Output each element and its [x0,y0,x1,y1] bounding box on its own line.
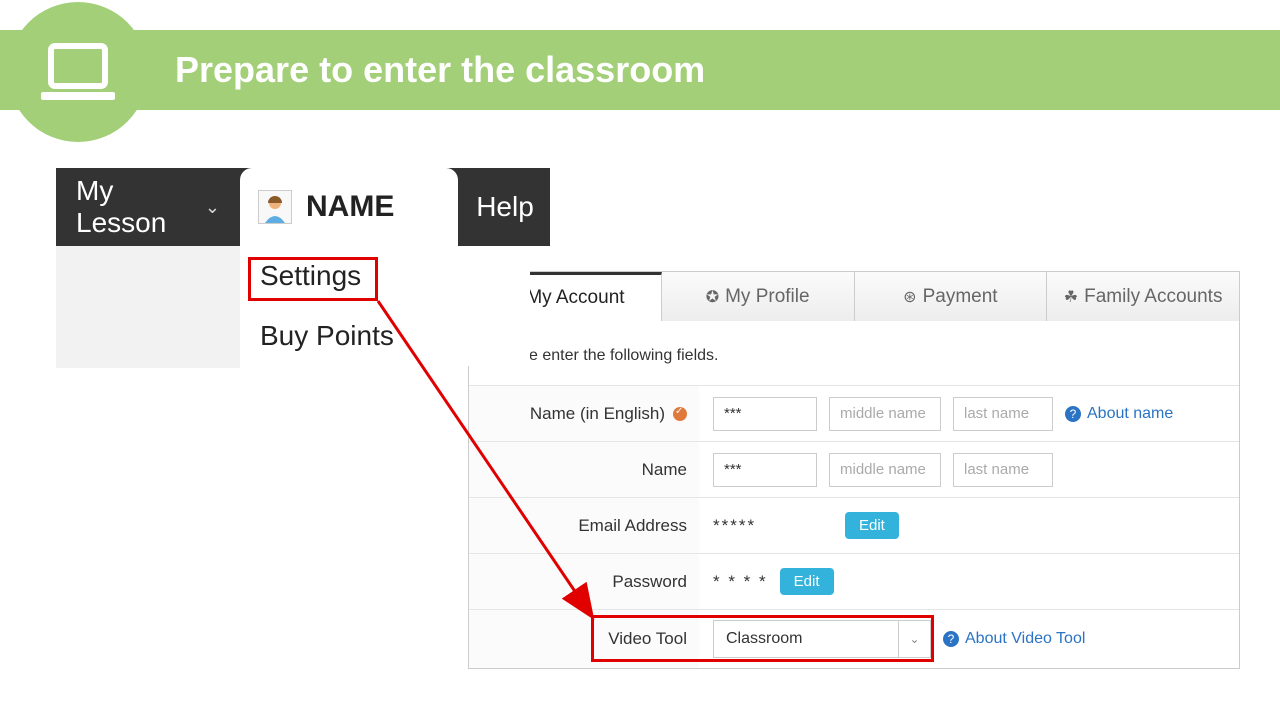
label-password: Password [469,554,699,609]
nav-name-tab[interactable]: NAME [240,168,458,246]
chevron-down-icon: ⌄ [898,621,930,657]
video-tool-value: Classroom [714,630,898,648]
tab-my-profile[interactable]: ✪ My Profile [662,272,855,321]
name-en-first-input[interactable] [713,397,817,431]
row-video-tool: Video Tool Classroom ⌄ ? About Video Tool [469,609,1239,668]
tab-my-account-label: My Account [526,287,624,309]
nav-my-lesson[interactable]: My Lesson ⌄ [56,168,240,246]
nav-my-lesson-label: My Lesson [76,175,195,239]
label-email: Email Address [469,498,699,553]
password-value: * * * * [713,572,768,592]
row-password: Password * * * * Edit [469,553,1239,609]
nav-name-label: NAME [306,190,394,224]
dropdown-settings[interactable]: Settings [240,246,530,306]
nav-help[interactable]: Help [460,168,550,246]
name-en-middle-input[interactable] [829,397,941,431]
panel-intro: Please enter the following fields. [469,321,1239,385]
label-password-text: Password [612,572,687,592]
tab-payment-label: Payment [923,286,998,308]
globe-icon: ✪ [706,287,719,307]
dollar-icon: ⊛ [903,287,916,307]
name-en-last-input[interactable] [953,397,1053,431]
label-video-text: Video Tool [608,629,687,649]
label-name-en-text: Name (in English) [530,404,665,424]
row-email: Email Address ***** Edit [469,497,1239,553]
account-panel: Please enter the following fields. Name … [468,321,1240,669]
laptop-icon [39,42,117,102]
tab-my-profile-label: My Profile [725,286,809,308]
name-first-input[interactable] [713,453,817,487]
video-tool-select[interactable]: Classroom ⌄ [713,620,931,658]
label-video-tool: Video Tool [469,610,699,668]
banner-circle [8,2,148,142]
label-email-text: Email Address [578,516,687,536]
dropdown-buy-points[interactable]: Buy Points [240,306,530,366]
name-dropdown: Settings Buy Points [240,246,530,366]
tab-payment[interactable]: ⊛ Payment [855,272,1048,321]
help-icon: ? [943,631,959,647]
about-video-text: About Video Tool [965,630,1085,648]
edit-password-button[interactable]: Edit [780,568,834,595]
chevron-down-icon: ⌄ [205,197,220,218]
label-name-en: Name (in English) [469,386,699,441]
edit-email-button[interactable]: Edit [845,512,899,539]
about-video-link[interactable]: ? About Video Tool [943,630,1085,648]
about-name-link[interactable]: ? About name [1065,405,1173,423]
row-name: Name [469,441,1239,497]
name-last-input[interactable] [953,453,1053,487]
name-middle-input[interactable] [829,453,941,487]
tab-family[interactable]: ☘ Family Accounts [1047,272,1239,321]
settings-tabs: ▤ My Account ✪ My Profile ⊛ Payment ☘ Fa… [468,271,1240,321]
about-name-text: About name [1087,405,1173,423]
help-icon: ? [1065,406,1081,422]
people-icon: ☘ [1064,287,1078,307]
label-name: Name [469,442,699,497]
required-icon [673,407,687,421]
page-title: Prepare to enter the classroom [175,49,705,91]
tab-family-label: Family Accounts [1084,286,1222,308]
avatar-icon [258,190,292,224]
email-value: ***** [713,516,833,536]
sidebar-filler [56,246,240,368]
row-name-en: Name (in English) ? About name [469,385,1239,441]
page-banner: Prepare to enter the classroom [0,30,1280,110]
label-name-text: Name [642,460,687,480]
nav-help-label: Help [476,191,534,223]
